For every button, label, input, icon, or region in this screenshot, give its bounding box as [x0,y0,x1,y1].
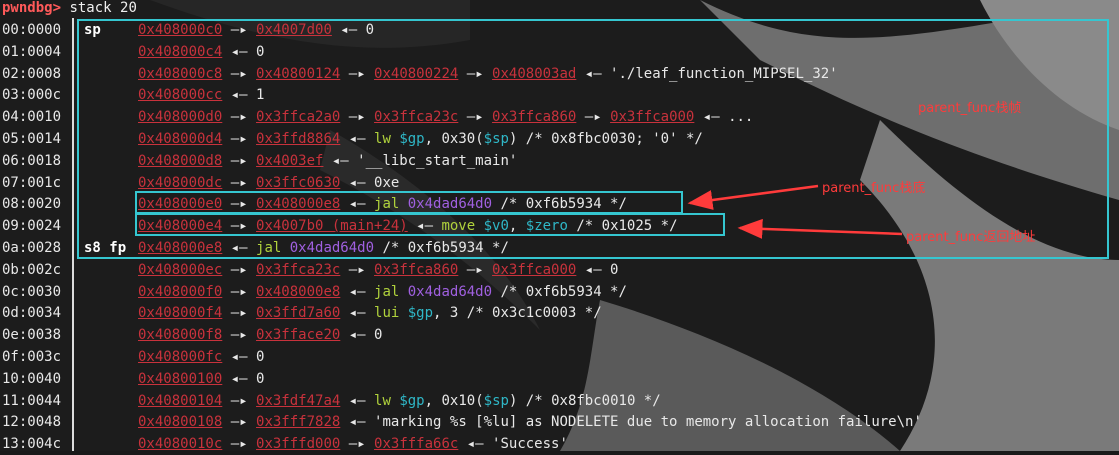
stack-value-text: $sp [483,392,509,409]
fp-annotation: parent_func栈底 [822,181,926,196]
stack-value-text: $gp [399,392,425,409]
stack-value-text: /* 0xf6b5934 */ [492,283,627,300]
stack-offset: 0a:0028 [2,240,62,256]
stack-entry: 0x408000f8 —▸ 0x3fface20 ◂— 0 [138,324,382,346]
stack-offset: 09:0024 [2,218,62,235]
stack-value-text: ◂— 0 [576,261,619,278]
stack-address[interactable]: 0x408000f8 [138,327,222,343]
stack-value-text: —▸ [340,261,375,278]
stack-row: 0e:0038 0x408000f8 —▸ 0x3fface20 ◂— 0 [0,324,1119,346]
stack-entry: 0x40800100 ◂— 0 [138,368,264,390]
stack-value-text: ) /* 0x8fbc0010 */ [508,392,661,409]
stack-offset: 0e:0038 [2,327,62,344]
terminal[interactable]: pwndbg> stack 20 00:0000 sp 0x408000c0 —▸ … [0,0,1119,452]
stack-offset: 11:0044 [2,392,62,409]
fp-value-box [135,191,683,214]
stack-entry: 0x4080010c —▸ 0x3fffd000 —▸ 0x3fffa66c ◂… [138,433,568,455]
stack-offset: 03:000c [2,87,62,104]
pointer-address[interactable]: 0x3ffca000 [492,262,576,278]
stack-entry: 0x408000f4 —▸ 0x3ffd7a60 ◂— lui $gp, 3 /… [138,302,602,324]
stack-value-text: —▸ [222,414,257,431]
stack-value-text: ◂— 0 [340,327,383,344]
stack-value-text: lw [374,392,400,409]
stack-value-text: —▸ [222,327,257,344]
stack-value-text: —▸ [222,283,257,300]
stack-value-text: , 0x10( [424,392,484,409]
prompt-command: stack 20 [61,0,137,16]
stack-row: 11:0044 0x40800104 —▸ 0x3fdf47a4 ◂— lw $g… [0,390,1119,412]
stack-row: 0c:0030 0x408000f0 —▸ 0x408000e8 ◂— jal 0… [0,281,1119,303]
stack-address[interactable]: 0x408000f4 [138,305,222,321]
pointer-address[interactable]: 0x3fffa66c [374,436,458,452]
stack-value-text: —▸ [222,392,257,409]
stack-offset: 0d:0034 [2,305,62,322]
stack-value-text: ◂— 0 [222,370,265,387]
stack-entry: 0x40800104 —▸ 0x3fdf47a4 ◂— lw $gp, 0x10… [138,390,661,412]
stack-address[interactable]: 0x408000ec [138,262,222,278]
pointer-address[interactable]: 0x3ffca860 [374,262,458,278]
stack-offset: 06:0018 [2,152,62,169]
stack-offset: 10:0040 [2,370,62,387]
stack-offset: 04:0010 [2,109,62,126]
stack-value-text: ◂— [340,305,375,322]
stack-value-text: jal [374,283,408,300]
stack-address[interactable]: 0x40800108 [138,414,222,430]
stack-entry: 0x408000ec —▸ 0x3ffca23c —▸ 0x3ffca860 —… [138,259,619,281]
stack-address[interactable]: 0x408000fc [138,349,222,365]
return-address-annotation: parent_func返回地址 [906,230,1036,245]
pointer-address[interactable]: 0x3fdf47a4 [256,393,340,409]
stack-row: 0f:003c 0x408000fc ◂— 0 [0,346,1119,368]
stack-offset: 0c:0030 [2,283,62,300]
stack-offset: 02:0008 [2,65,62,82]
pointer-address[interactable]: 0x3fface20 [256,327,340,343]
stack-offset: 00:0000 [2,22,62,38]
stack-value-text: —▸ [222,261,257,278]
stack-value-text: 0x4dad64d0 [407,283,493,300]
pointer-address[interactable]: 0x3fffd000 [256,436,340,452]
stack-offset: 0f:003c [2,349,62,365]
stack-row: 0b:002c 0x408000ec —▸ 0x3ffca23c —▸ 0x3ff… [0,259,1119,281]
stack-row: 13:004c 0x4080010c —▸ 0x3fffd000 —▸ 0x3ff… [0,433,1119,455]
stack-value-text: , 3 /* 0x3c1c0003 */ [433,305,602,322]
stack-row: 0d:0034 0x408000f4 —▸ 0x3ffd7a60 ◂— lui $… [0,302,1119,324]
stack-entry: 0x40800108 —▸ 0x3fff7828 ◂— 'marking %s … [138,411,922,433]
stack-row: 10:0040 0x40800100 ◂— 0 [0,368,1119,390]
stack-value-text: —▸ [222,436,257,453]
frame-annotation: parent_func栈帧 [918,101,1022,116]
stack-offset: 12:0048 [2,414,62,431]
stack-value-text: ◂— 'marking %s [%lu] as NODELETE due to … [340,414,922,431]
stack-entry: 0x408000fc ◂— 0 [138,346,264,368]
prompt-line: pwndbg> stack 20 [2,0,137,18]
stack-value-text: —▸ [222,305,257,322]
stack-address[interactable]: 0x4080010c [138,436,222,452]
stack-value-text: ◂— 0 [222,349,265,365]
stack-value-text: $gp [407,305,434,322]
stack-entry: 0x408000f0 —▸ 0x408000e8 ◂— jal 0x4dad64… [138,281,627,303]
stack-offset: 13:004c [2,436,62,453]
stack-offset: 07:001c [2,174,62,191]
pointer-address[interactable]: 0x3fff7828 [256,414,340,430]
return-address-box [135,213,725,236]
stack-address[interactable]: 0x40800104 [138,393,222,409]
stack-value-text: —▸ [458,261,493,278]
prompt-name: pwndbg> [2,0,62,16]
stack-row: 12:0048 0x40800108 —▸ 0x3fff7828 ◂— 'mark… [0,411,1119,433]
stack-value-text: lui [374,305,408,322]
pointer-address[interactable]: 0x408000e8 [256,284,340,300]
stack-address[interactable]: 0x40800100 [138,371,222,387]
pointer-address[interactable]: 0x3ffd7a60 [256,305,340,321]
stack-address[interactable]: 0x408000f0 [138,284,222,300]
stack-offset: 05:0014 [2,131,62,147]
stack-value-text: ◂— [340,283,375,300]
stack-value-text: —▸ [340,436,375,453]
stack-value-text: ◂— 'Success' [458,436,568,453]
stack-offset: 0b:002c [2,261,62,278]
stack-value-text: ◂— [340,392,375,409]
stack-offset: 01:0004 [2,43,62,60]
stack-offset: 08:0020 [2,196,62,213]
pointer-address[interactable]: 0x3ffca23c [256,262,340,278]
